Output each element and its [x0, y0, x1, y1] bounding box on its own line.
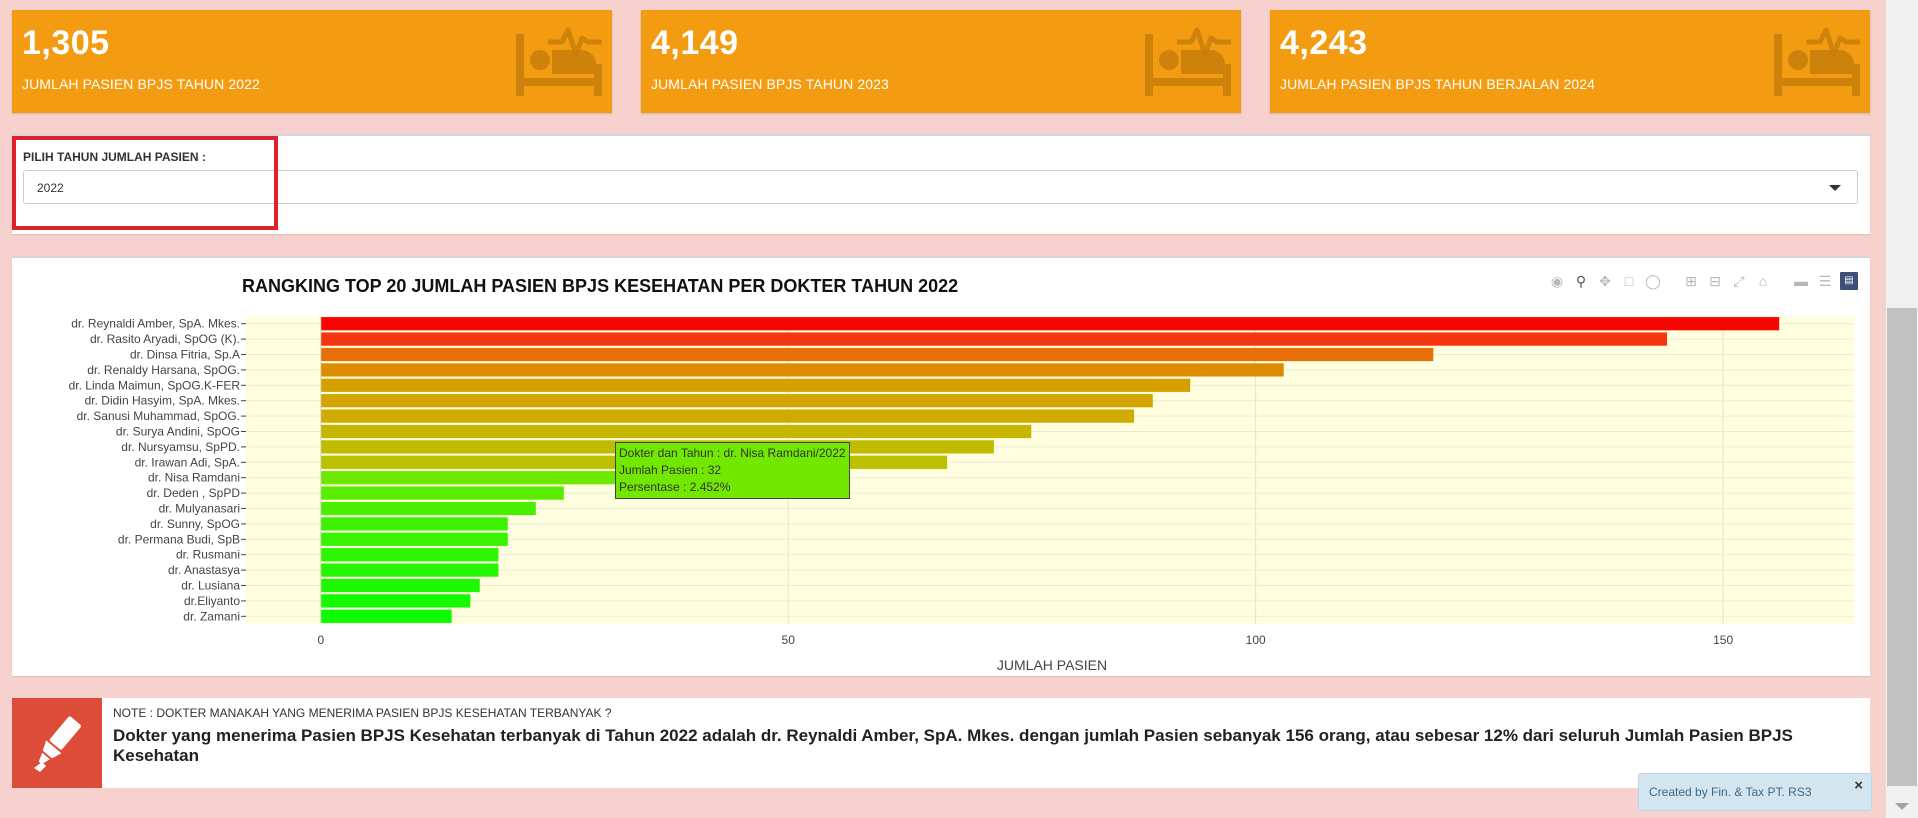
value-box-number: 1,305	[22, 24, 110, 62]
y-tick-label: dr. Permana Budi, SpB	[118, 532, 240, 546]
chart-tooltip: Dokter dan Tahun : dr. Nisa Ramdani/2022…	[615, 442, 850, 499]
year-select-value: 2022	[37, 181, 64, 195]
value-box-label: JUMLAH PASIEN BPJS TAHUN 2023	[651, 76, 889, 92]
bed-heartbeat-icon	[1145, 27, 1231, 96]
chart-bar	[320, 563, 499, 577]
x-tick-label: 50	[782, 633, 796, 647]
zoom-icon[interactable]: ⚲	[1572, 272, 1590, 290]
x-axis-title: JUMLAH PASIEN	[997, 657, 1107, 673]
chart-modebar: ◉ ⚲ ✥ □ ◯ ⊞ ⊟ ⤢ ⌂ ▬ ☰ ▤	[1548, 272, 1858, 290]
value-box-label: JUMLAH PASIEN BPJS TAHUN 2022	[22, 76, 260, 92]
tooltip-line-doctor: Dokter dan Tahun : dr. Nisa Ramdani/2022	[619, 446, 846, 460]
chart-bar	[320, 501, 536, 516]
reset-axes-icon[interactable]: ⌂	[1754, 272, 1772, 290]
y-tick-label: dr. Anastasya	[168, 563, 240, 577]
y-tick-label: dr. Rusmani	[176, 548, 240, 562]
value-box-2024: 4,243 JUMLAH PASIEN BPJS TAHUN BERJALAN …	[1270, 10, 1870, 113]
x-tick-label: 100	[1246, 633, 1266, 647]
chart-bar	[320, 609, 452, 623]
chart-bar	[320, 424, 1032, 439]
y-tick-label: dr. Surya Andini, SpOG	[116, 425, 240, 439]
year-select-label: PILIH TAHUN JUMLAH PASIEN :	[23, 150, 206, 164]
x-tick-label: 0	[317, 633, 324, 647]
chart-bar	[320, 532, 508, 546]
chart-bar	[320, 409, 1135, 423]
y-tick-label: dr. Rasito Aryadi, SpOG (K).	[90, 332, 240, 346]
value-box-number: 4,243	[1280, 24, 1368, 62]
chart-bar	[320, 363, 1284, 377]
chart-bar	[320, 317, 1780, 331]
value-box-label: JUMLAH PASIEN BPJS TAHUN BERJALAN 2024	[1280, 76, 1596, 92]
y-tick-label: dr. Mulyanasari	[159, 502, 240, 516]
spike-lines-icon[interactable]: ▬	[1792, 272, 1810, 290]
tooltip-line-percent: Persentase : 2.452%	[619, 480, 731, 494]
chart-bar	[320, 347, 1434, 362]
chart-bar	[320, 517, 508, 531]
chart-bar	[320, 394, 1153, 408]
lasso-icon[interactable]: ◯	[1644, 272, 1662, 290]
scrollbar-thumb[interactable]	[1887, 308, 1917, 786]
plotly-logo-icon[interactable]: ▤	[1840, 272, 1858, 290]
modebar-spacer	[1668, 272, 1676, 290]
chart-bar	[320, 471, 620, 485]
y-tick-label: dr. Reynaldi Amber, SpA. Mkes.	[71, 317, 240, 331]
chart-title: RANGKING TOP 20 JUMLAH PASIEN BPJS KESEH…	[242, 276, 958, 296]
chart-bar	[320, 378, 1191, 392]
x-tick-label: 150	[1713, 633, 1733, 647]
y-tick-label: dr. Linda Maimun, SpOG.K-FER	[69, 378, 241, 392]
autoscale-icon[interactable]: ⤢	[1730, 272, 1748, 290]
scroll-down-arrow-icon[interactable]	[1895, 803, 1909, 810]
note-text: Dokter yang menerima Pasien BPJS Kesehat…	[113, 726, 1793, 765]
value-box-2022: 1,305 JUMLAH PASIEN BPJS TAHUN 2022	[12, 10, 612, 113]
y-tick-label: dr. Irawan Adi, SpA.	[135, 455, 240, 469]
bed-heartbeat-icon	[516, 27, 602, 96]
bar-chart: dr. Reynaldi Amber, SpA. Mkes.dr. Rasito…	[69, 276, 1854, 673]
zoom-out-icon[interactable]: ⊟	[1706, 272, 1724, 290]
chevron-down-icon[interactable]	[1829, 185, 1841, 191]
y-tick-label: dr. Zamani	[183, 609, 240, 623]
note-box: NOTE : DOKTER MANAKAH YANG MENERIMA PASI…	[12, 698, 1870, 788]
chart-panel: dr. Reynaldi Amber, SpA. Mkes. dr. Rasito…	[12, 256, 1870, 676]
y-tick-label: dr. Nursyamsu, SpPD.	[121, 440, 240, 454]
bed-heartbeat-icon	[1774, 27, 1860, 96]
modebar-spacer	[1778, 272, 1786, 290]
notification-toast: Created by Fin. & Tax PT. RS3 ×	[1638, 773, 1872, 811]
y-tick-label: dr. Renaldy Harsana, SpOG.	[87, 363, 240, 377]
notification-message: Created by Fin. & Tax PT. RS3	[1649, 785, 1812, 799]
chart-bar	[320, 578, 480, 593]
note-title: NOTE : DOKTER MANAKAH YANG MENERIMA PASI…	[113, 706, 612, 720]
y-tick-label: dr. Deden , SpPD	[147, 486, 241, 500]
box-select-icon[interactable]: □	[1620, 272, 1638, 290]
y-tick-label: dr. Lusiana	[181, 579, 240, 593]
plot-area	[246, 316, 1854, 624]
y-tick-label: dr.Eliyanto	[184, 594, 240, 608]
zoom-in-icon[interactable]: ⊞	[1682, 272, 1700, 290]
chart-bar	[320, 548, 499, 562]
year-select[interactable]: 2022	[23, 170, 1858, 204]
note-icon-container	[12, 698, 102, 788]
chart-bar	[320, 486, 564, 500]
y-tick-label: dr. Dinsa Fitria, Sp.A	[130, 348, 240, 362]
chart-bar	[320, 332, 1668, 346]
tooltip-line-count: Jumlah Pasien : 32	[619, 463, 722, 477]
page-scrollbar[interactable]	[1886, 0, 1918, 818]
y-tick-label: dr. Sunny, SpOG	[150, 517, 240, 531]
highlighter-icon	[34, 716, 81, 772]
compare-hover-icon[interactable]: ☰	[1816, 272, 1834, 290]
year-filter-panel: PILIH TAHUN JUMLAH PASIEN : 2022	[12, 134, 1870, 234]
y-tick-label: dr. Nisa Ramdani	[148, 471, 240, 485]
value-box-2023: 4,149 JUMLAH PASIEN BPJS TAHUN 2023	[641, 10, 1241, 113]
y-tick-label: dr. Sanusi Muhammad, SpOG.	[77, 409, 240, 423]
pan-icon[interactable]: ✥	[1596, 272, 1614, 290]
close-icon[interactable]: ×	[1854, 777, 1863, 794]
y-tick-label: dr. Didin Hasyim, SpA. Mkes.	[85, 394, 240, 408]
chart-bar	[320, 594, 471, 608]
value-box-number: 4,149	[651, 24, 739, 62]
camera-icon[interactable]: ◉	[1548, 272, 1566, 290]
